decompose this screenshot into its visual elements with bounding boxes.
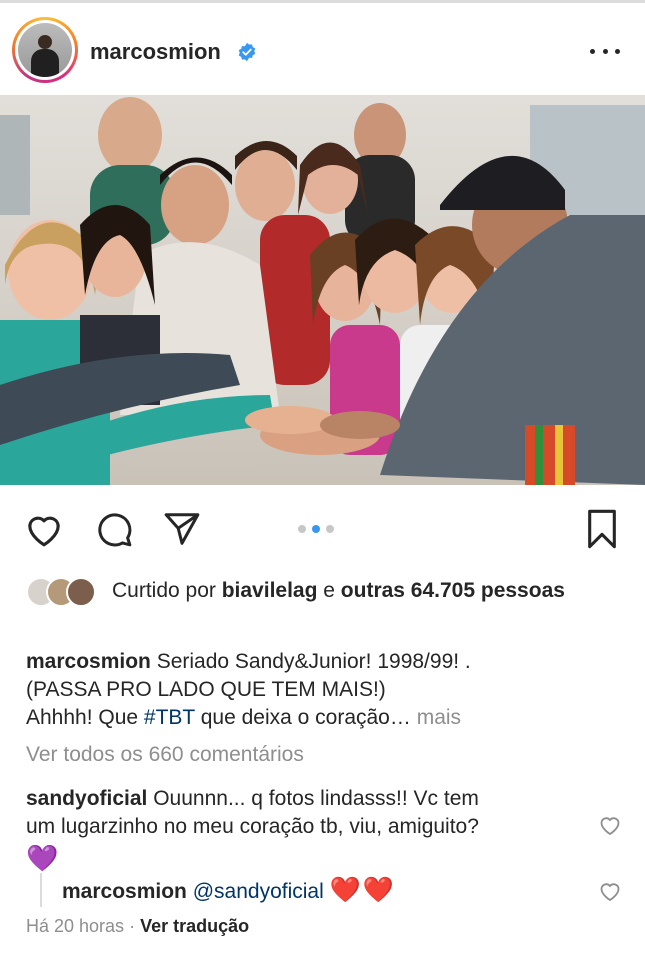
liker-avatars[interactable]: [26, 577, 106, 607]
speech-bubble-icon: [98, 513, 132, 547]
caption-more-link[interactable]: mais: [417, 706, 461, 729]
more-options-button[interactable]: [590, 41, 620, 61]
comment-author[interactable]: marcosmion: [62, 880, 187, 903]
post-author-username[interactable]: marcosmion: [90, 39, 221, 65]
comment-like-button[interactable]: [598, 880, 622, 902]
save-button[interactable]: [580, 507, 624, 551]
paper-plane-icon: [164, 513, 200, 545]
red-hearts-emoji: ❤️❤️: [329, 876, 396, 904]
avatar-image: [18, 23, 72, 77]
verified-badge-icon: [238, 42, 256, 62]
post-actions: [0, 495, 645, 565]
post-header: marcosmion: [0, 5, 645, 93]
comment-like-button[interactable]: [598, 814, 622, 836]
carousel-dot: [298, 525, 306, 533]
caption-text: Seriado Sandy&Junior! 1998/99! .: [150, 650, 471, 673]
likes-section: Curtido por biavilelag e outras 64.705 p…: [0, 572, 645, 632]
comment-author[interactable]: sandyoficial: [26, 787, 147, 810]
top-divider: [0, 0, 645, 3]
avatar[interactable]: [12, 17, 78, 83]
caption-author[interactable]: marcosmion: [26, 650, 151, 673]
post-meta: Há 20 horas · Ver tradução: [26, 916, 250, 936]
comment-item: sandyoficial Ouunnn... q fotos lindasss!…: [26, 785, 586, 873]
share-button[interactable]: [160, 507, 204, 551]
reply-indicator: [40, 873, 42, 907]
caption-text: (PASSA PRO LADO QUE TEM MAIS!): [26, 678, 386, 701]
see-translation-link[interactable]: Ver tradução: [140, 916, 249, 936]
post-caption: marcosmion Seriado Sandy&Junior! 1998/99…: [26, 648, 626, 732]
like-button[interactable]: [22, 507, 66, 551]
post-photo[interactable]: [0, 95, 645, 485]
bookmark-icon: [588, 509, 616, 549]
likes-count-link[interactable]: outras 64.705 pessoas: [341, 579, 565, 602]
avatar: [66, 577, 96, 607]
hashtag-link[interactable]: #TBT: [144, 706, 195, 729]
liker-username[interactable]: biavilelag: [222, 579, 318, 602]
comment-text: um lugarzinho no meu coração tb, viu, am…: [26, 815, 479, 838]
likes-summary: Curtido por biavilelag e outras 64.705 p…: [112, 579, 565, 602]
comment-reply: marcosmion @sandyoficial ❤️❤️: [62, 875, 396, 907]
comment-button[interactable]: [92, 507, 136, 551]
photo-illustration: [0, 95, 645, 485]
ellipsis-icon: [590, 48, 595, 54]
purple-heart-emoji: 💜: [26, 843, 59, 873]
post-timestamp: Há 20 horas: [26, 916, 125, 936]
heart-outline-icon: [28, 516, 60, 547]
mention-link[interactable]: @sandyoficial: [193, 880, 324, 903]
caption-text: que deixa o coração…: [194, 706, 417, 729]
caption-text: Ahhhh! Que: [26, 706, 144, 729]
comment-text: Ouunnn... q fotos lindasss!! Vc tem: [147, 787, 479, 810]
carousel-dot: [326, 525, 334, 533]
carousel-indicator: [298, 525, 334, 533]
carousel-dot-active: [312, 525, 320, 533]
view-all-comments-link[interactable]: Ver todos os 660 comentários: [26, 743, 304, 767]
